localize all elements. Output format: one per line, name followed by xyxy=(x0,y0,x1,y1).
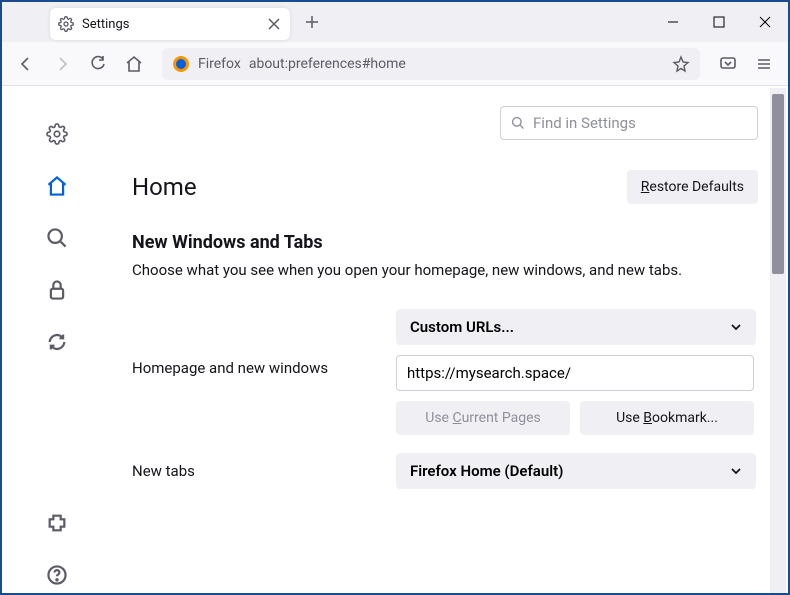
menu-button[interactable] xyxy=(748,48,780,80)
sidebar-help[interactable] xyxy=(39,557,75,593)
scrollbar[interactable] xyxy=(770,88,786,593)
chevron-down-icon xyxy=(730,465,742,477)
tab-title: Settings xyxy=(82,17,258,32)
minimize-button[interactable] xyxy=(650,2,696,42)
content-area: Home Restore Defaults New Windows and Ta… xyxy=(2,86,788,593)
window-controls xyxy=(650,2,788,42)
restore-defaults-button[interactable]: Restore Defaults xyxy=(627,170,758,204)
sidebar-privacy[interactable] xyxy=(39,272,75,308)
chevron-down-icon xyxy=(730,321,742,333)
homepage-dropdown[interactable]: Custom URLs... xyxy=(396,309,756,345)
bookmark-star-icon[interactable] xyxy=(672,55,690,73)
section-desc: Choose what you see when you open your h… xyxy=(132,261,758,279)
back-button[interactable] xyxy=(10,48,42,80)
dropdown-value: Firefox Home (Default) xyxy=(410,462,563,480)
homepage-url-input[interactable] xyxy=(396,355,754,391)
section-title: New Windows and Tabs xyxy=(132,232,758,253)
page-title: Home xyxy=(132,173,197,201)
close-window-button[interactable] xyxy=(742,2,788,42)
newtabs-label: New tabs xyxy=(132,462,372,480)
sidebar-sync[interactable] xyxy=(39,324,75,360)
forward-button[interactable] xyxy=(46,48,78,80)
sidebar-search[interactable] xyxy=(39,220,75,256)
dropdown-value: Custom URLs... xyxy=(410,318,514,336)
titlebar: Settings xyxy=(2,2,788,42)
find-input[interactable] xyxy=(533,114,747,132)
toolbar: Firefox about:preferences#home xyxy=(2,42,788,86)
reload-button[interactable] xyxy=(82,48,114,80)
close-icon[interactable] xyxy=(266,16,282,32)
new-tab-button[interactable] xyxy=(298,8,326,36)
scrollbar-thumb[interactable] xyxy=(772,94,784,274)
url-identity: Firefox xyxy=(198,56,241,72)
gear-icon xyxy=(58,16,74,32)
sidebar xyxy=(2,86,112,593)
url-bar[interactable]: Firefox about:preferences#home xyxy=(162,48,700,80)
find-in-settings[interactable] xyxy=(500,106,758,140)
sidebar-general[interactable] xyxy=(39,116,75,152)
main-content: Home Restore Defaults New Windows and Ta… xyxy=(112,86,788,593)
homepage-label: Homepage and new windows xyxy=(132,359,372,377)
search-icon xyxy=(511,116,525,130)
use-current-pages-button[interactable]: Use Current Pages xyxy=(396,401,570,435)
url-address: about:preferences#home xyxy=(249,56,406,72)
firefox-icon xyxy=(172,55,190,73)
sidebar-extensions[interactable] xyxy=(39,505,75,541)
pocket-button[interactable] xyxy=(712,48,744,80)
sidebar-home[interactable] xyxy=(39,168,75,204)
use-bookmark-button[interactable]: Use Bookmark... xyxy=(580,401,754,435)
maximize-button[interactable] xyxy=(696,2,742,42)
browser-tab[interactable]: Settings xyxy=(50,8,290,40)
newtabs-dropdown[interactable]: Firefox Home (Default) xyxy=(396,453,756,489)
home-button[interactable] xyxy=(118,48,150,80)
